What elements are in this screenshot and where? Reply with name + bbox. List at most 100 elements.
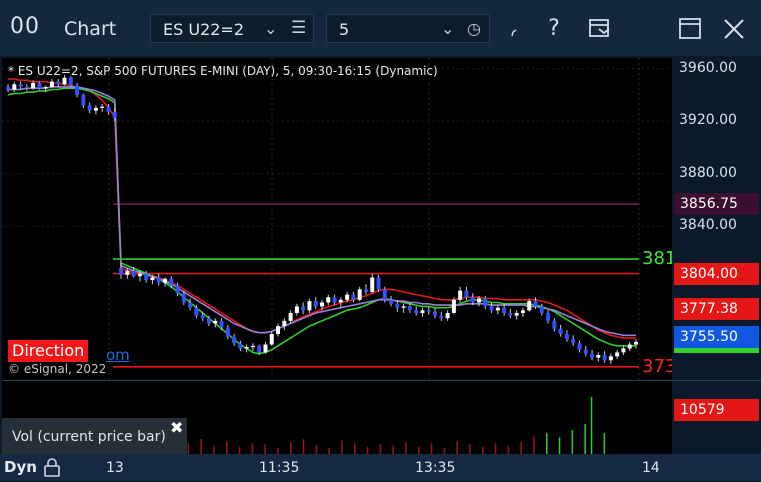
volume-bar (366, 446, 369, 454)
price-chart-svg[interactable] (2, 58, 672, 380)
candle-body (81, 94, 86, 106)
candle-body (232, 336, 237, 344)
dynamic-mode-label[interactable]: Dyn (4, 458, 37, 476)
symbol-input[interactable]: ES U22=2 (163, 20, 244, 39)
interval-input[interactable]: 5 (339, 20, 349, 39)
price-tick: 3880.00 (679, 164, 737, 181)
time-tick: 14 (642, 460, 660, 476)
candle-body (357, 289, 362, 300)
candle-body (596, 355, 601, 358)
candle-body (470, 297, 475, 303)
candle-body (539, 306, 544, 313)
candle-body (389, 299, 394, 304)
volume-bar (264, 444, 266, 454)
volume-bar (354, 443, 356, 454)
symbol-selector[interactable]: ES U22=2 ⌄ ☰ (150, 14, 314, 43)
volume-bar (379, 444, 382, 454)
chevron-down-icon[interactable]: ⌄ (264, 19, 277, 38)
draw-icon[interactable] (500, 12, 534, 46)
candle-body (62, 77, 67, 85)
candle-body (12, 84, 17, 90)
link-fragment[interactable]: om (106, 346, 130, 364)
help-icon[interactable]: ? (537, 12, 571, 46)
price-tag-last: 3755.50 (674, 326, 759, 349)
candle-body (451, 299, 456, 313)
close-icon[interactable] (717, 12, 751, 46)
candle-body (338, 299, 343, 303)
candle-body (250, 345, 255, 348)
candle-body (627, 344, 632, 349)
candle-body (307, 301, 312, 311)
volume-bar (226, 440, 228, 454)
candle-body (257, 345, 262, 353)
candle-body (615, 352, 620, 357)
volume-study-name: Vol (current price bar) (12, 429, 166, 445)
candle-body (75, 85, 80, 95)
candle-body (433, 311, 438, 316)
layout-icon[interactable] (583, 12, 617, 46)
price-tick: 3840.00 (679, 217, 737, 234)
time-tick: 13 (106, 460, 124, 476)
candle-body (68, 77, 73, 86)
candle-body (483, 298, 488, 307)
time-axis[interactable]: Dyn 13 11:35 13:35 14 (0, 454, 761, 481)
candle-body (181, 293, 186, 303)
candle-body (131, 270, 136, 277)
candle-body (571, 339, 576, 344)
moving-average-line (8, 78, 636, 339)
price-chart-pane[interactable]: * ES U22=2, S&P 500 FUTURES E-MINI (DAY)… (2, 58, 676, 380)
candle-body (414, 310, 419, 313)
interval-selector[interactable]: 5 ⌄ ◷ (326, 14, 490, 43)
candle-body (351, 294, 356, 300)
price-tag: 3804.00 (674, 262, 759, 285)
candle-body (564, 334, 569, 340)
volume-bar (405, 442, 407, 454)
candle-body (502, 307, 507, 313)
candle-body (244, 347, 249, 349)
candle-body (527, 301, 532, 311)
candle-body (382, 289, 387, 300)
candle-body (458, 290, 463, 300)
candle-body (125, 270, 130, 275)
lock-icon[interactable] (42, 456, 62, 482)
candle-body (320, 302, 324, 307)
candle-body (276, 326, 281, 334)
candle-body (137, 273, 142, 277)
candle-body (150, 277, 155, 281)
candle-body (43, 86, 48, 89)
candle-body (156, 277, 161, 283)
green-level-marker (674, 348, 759, 353)
candle-body (87, 105, 92, 111)
candle-body (332, 297, 337, 303)
volume-bar (418, 446, 420, 454)
volume-study-label[interactable]: Vol (current price bar) ✖ (2, 418, 187, 454)
candle-body (294, 306, 299, 313)
list-icon[interactable]: ☰ (291, 18, 306, 38)
maximize-icon[interactable] (673, 12, 707, 46)
chevron-down-icon[interactable]: ⌄ (441, 19, 454, 38)
candle-body (56, 81, 61, 85)
candle-body (106, 106, 111, 112)
candle-body (489, 306, 494, 311)
candle-body (144, 273, 149, 281)
volume-bar (482, 446, 484, 454)
candle-body (163, 278, 167, 283)
candle-body (621, 348, 626, 353)
candle-body (49, 81, 54, 87)
volume-bar (494, 443, 497, 454)
candle-body (376, 277, 381, 290)
close-icon[interactable]: ✖ (170, 418, 183, 437)
window-title: Chart (64, 18, 117, 40)
clock-icon[interactable]: ◷ (467, 19, 481, 38)
candle-body (194, 307, 199, 316)
candle-body (345, 294, 350, 300)
candle-body (282, 320, 287, 327)
time-tick: 11:35 (259, 460, 300, 476)
chart-description: * ES U22=2, S&P 500 FUTURES E-MINI (DAY)… (8, 64, 438, 78)
candle-body (583, 349, 588, 354)
candle-body (445, 312, 450, 319)
price-tag: 3777.38 (674, 297, 759, 320)
price-tick: 3920.00 (679, 112, 737, 129)
candle-body (24, 86, 29, 89)
candle-body (514, 312, 519, 316)
